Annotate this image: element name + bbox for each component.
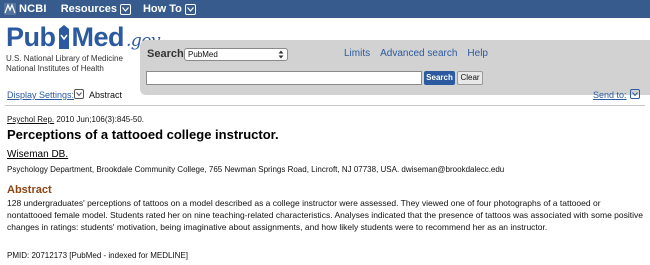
logo-pub: Pub: [6, 22, 56, 52]
ncbi-logo-icon: [4, 3, 16, 15]
chevron-down-icon[interactable]: [74, 89, 84, 99]
database-select[interactable]: PubMed: [184, 48, 288, 61]
pubmed-logo-mark-icon: [58, 25, 69, 49]
chevron-down-icon: [184, 3, 196, 15]
author-link[interactable]: Wiseman DB.: [7, 149, 68, 160]
article-title: Perceptions of a tattooed college instru…: [7, 127, 279, 142]
ncbi-home-link[interactable]: NCBI: [4, 3, 47, 15]
header: Pub Med .gov U.S. National Library of Me…: [0, 18, 650, 95]
send-to-link[interactable]: Send to:: [593, 90, 627, 100]
citation: Psychol Rep. 2010 Jun;106(3):845-50.: [7, 115, 144, 124]
search-links: Limits Advanced search Help: [344, 48, 498, 59]
library-line-2: National Institutes of Health: [6, 64, 104, 73]
limits-link[interactable]: Limits: [344, 48, 370, 59]
how-to-menu[interactable]: How To: [143, 3, 196, 15]
abstract-heading: Abstract: [7, 184, 52, 196]
search-input[interactable]: [146, 71, 422, 85]
clear-button[interactable]: Clear: [457, 71, 483, 85]
database-select-value: PubMed: [188, 50, 218, 59]
display-settings-row: Display Settings: Abstract Send to:: [0, 88, 650, 104]
abstract-text: 128 undergraduates' perceptions of tatto…: [7, 198, 643, 232]
chevron-down-icon: [119, 3, 131, 15]
affiliation: Psychology Department, Brookdale Communi…: [7, 165, 505, 174]
divider: [5, 105, 645, 106]
chevron-down-icon[interactable]: [630, 89, 640, 99]
search-label: Search:: [147, 48, 188, 60]
resources-menu[interactable]: Resources: [61, 3, 131, 15]
resources-menu-label: Resources: [60, 3, 117, 15]
help-link[interactable]: Help: [467, 48, 488, 59]
logo-med: Med: [71, 22, 125, 52]
pubmed-logo[interactable]: Pub Med .gov U.S. National Library of Me…: [6, 22, 161, 74]
advanced-search-link[interactable]: Advanced search: [380, 48, 457, 59]
how-to-menu-label: How To: [142, 3, 182, 15]
library-line-1: U.S. National Library of Medicine: [6, 54, 123, 63]
journal-link[interactable]: Psychol Rep.: [7, 115, 54, 124]
display-settings-value: Abstract: [89, 90, 123, 100]
ncbi-top-bar: NCBI Resources How To: [0, 0, 650, 18]
updown-arrows-icon: [278, 50, 284, 59]
search-button[interactable]: Search: [424, 71, 455, 85]
search-panel: Search: PubMed Limits Advanced search He…: [140, 40, 650, 95]
pmid-line: PMID: 20712173 [PubMed - indexed for MED…: [7, 251, 188, 260]
citation-details: 2010 Jun;106(3):845-50.: [56, 115, 144, 124]
display-settings-link[interactable]: Display Settings:: [7, 90, 74, 100]
ncbi-brand: NCBI: [19, 3, 47, 15]
